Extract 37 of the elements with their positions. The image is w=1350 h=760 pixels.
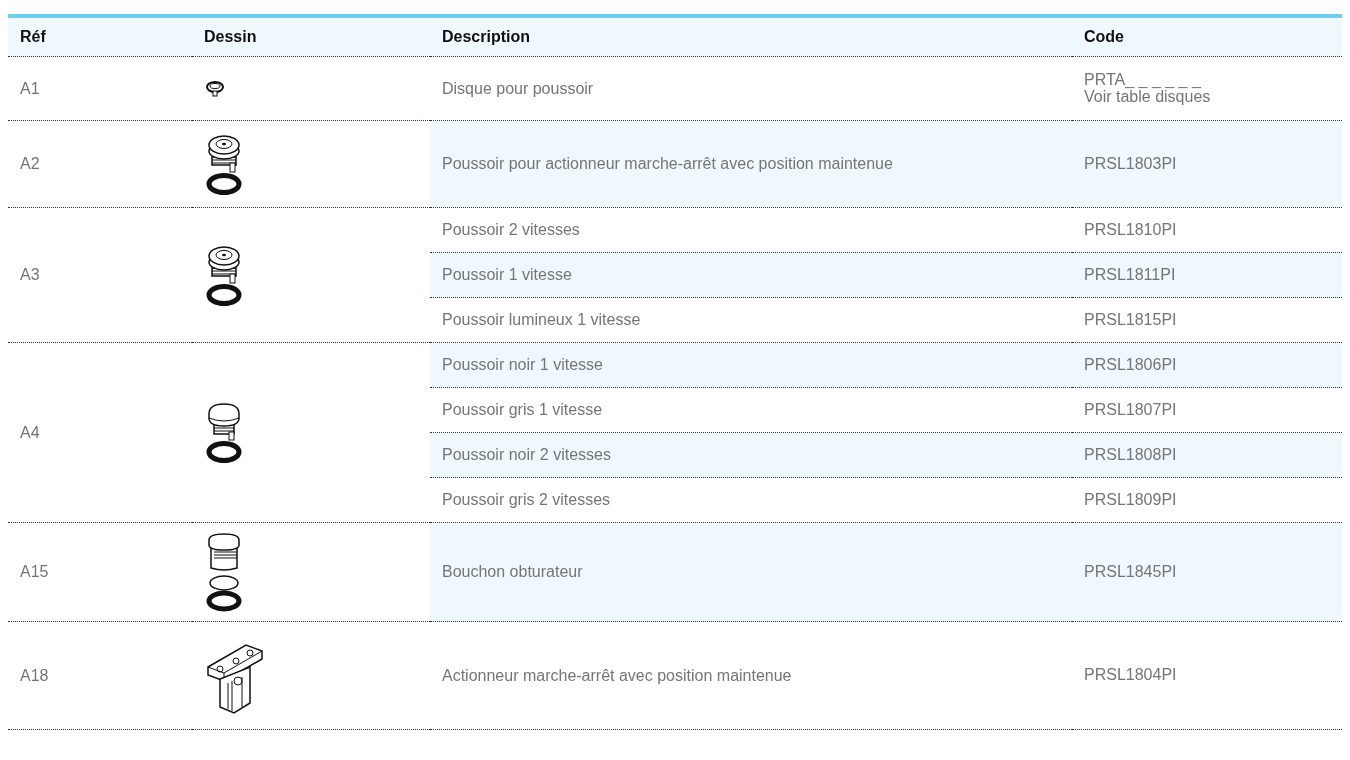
description-cell: Bouchon obturateur bbox=[430, 522, 1072, 622]
ref-cell: A1 bbox=[8, 56, 192, 121]
description-cell: Poussoir noir 2 vitesses bbox=[430, 432, 1072, 478]
code-note: Voir table disques bbox=[1084, 88, 1212, 106]
code-text: PRSL1808PI bbox=[1084, 446, 1178, 464]
code-text: PRSL1807PI bbox=[1084, 401, 1178, 419]
description-cell: Poussoir gris 2 vitesses bbox=[430, 477, 1072, 523]
ref-cell: A3 bbox=[8, 207, 192, 343]
description-cell: Poussoir noir 1 vitesse bbox=[430, 342, 1072, 388]
code-text: PRSL1815PI bbox=[1084, 311, 1178, 329]
code-text: PRSL1804PI bbox=[1084, 667, 1178, 684]
code-text: PRSL1810PI bbox=[1084, 221, 1178, 239]
ref-cell: A15 bbox=[8, 522, 192, 622]
description-cell: Disque pour poussoir bbox=[430, 56, 1072, 121]
description-cell: Actionneur marche-arrêt avec position maintenue bbox=[430, 621, 1072, 730]
code-text: PRTA_ _ _ _ _ _ bbox=[1084, 71, 1202, 89]
ref-cell: A4 bbox=[8, 342, 192, 523]
description-cell: Poussoir 1 vitesse bbox=[430, 252, 1072, 298]
description-cell: Poussoir pour actionneur marche-arrêt avec position maintenue bbox=[430, 120, 1072, 208]
column-header: Dessin bbox=[192, 16, 430, 57]
code-text: PRSL1845PI bbox=[1084, 563, 1178, 581]
ref-cell: A18 bbox=[8, 621, 192, 730]
code-text: PRSL1809PI bbox=[1084, 491, 1178, 509]
code-text: PRSL1811PI bbox=[1084, 266, 1177, 284]
code-text: PRSL1803PI bbox=[1084, 155, 1178, 173]
description-cell: Poussoir 2 vitesses bbox=[430, 207, 1072, 253]
code-text: PRSL1806PI bbox=[1084, 356, 1178, 374]
pushbutton-drawing bbox=[206, 401, 242, 464]
description-cell: Poussoir gris 1 vitesse bbox=[430, 387, 1072, 433]
column-header: Code bbox=[1072, 16, 1342, 57]
disc-drawing bbox=[206, 80, 224, 97]
ref-cell: A2 bbox=[8, 120, 192, 208]
pushbutton-drawing bbox=[206, 244, 242, 306]
column-header: Description bbox=[430, 16, 1072, 57]
column-header: Réf bbox=[8, 16, 192, 57]
pushbutton-drawing bbox=[206, 133, 242, 195]
description-cell: Poussoir lumineux 1 vitesse bbox=[430, 297, 1072, 343]
